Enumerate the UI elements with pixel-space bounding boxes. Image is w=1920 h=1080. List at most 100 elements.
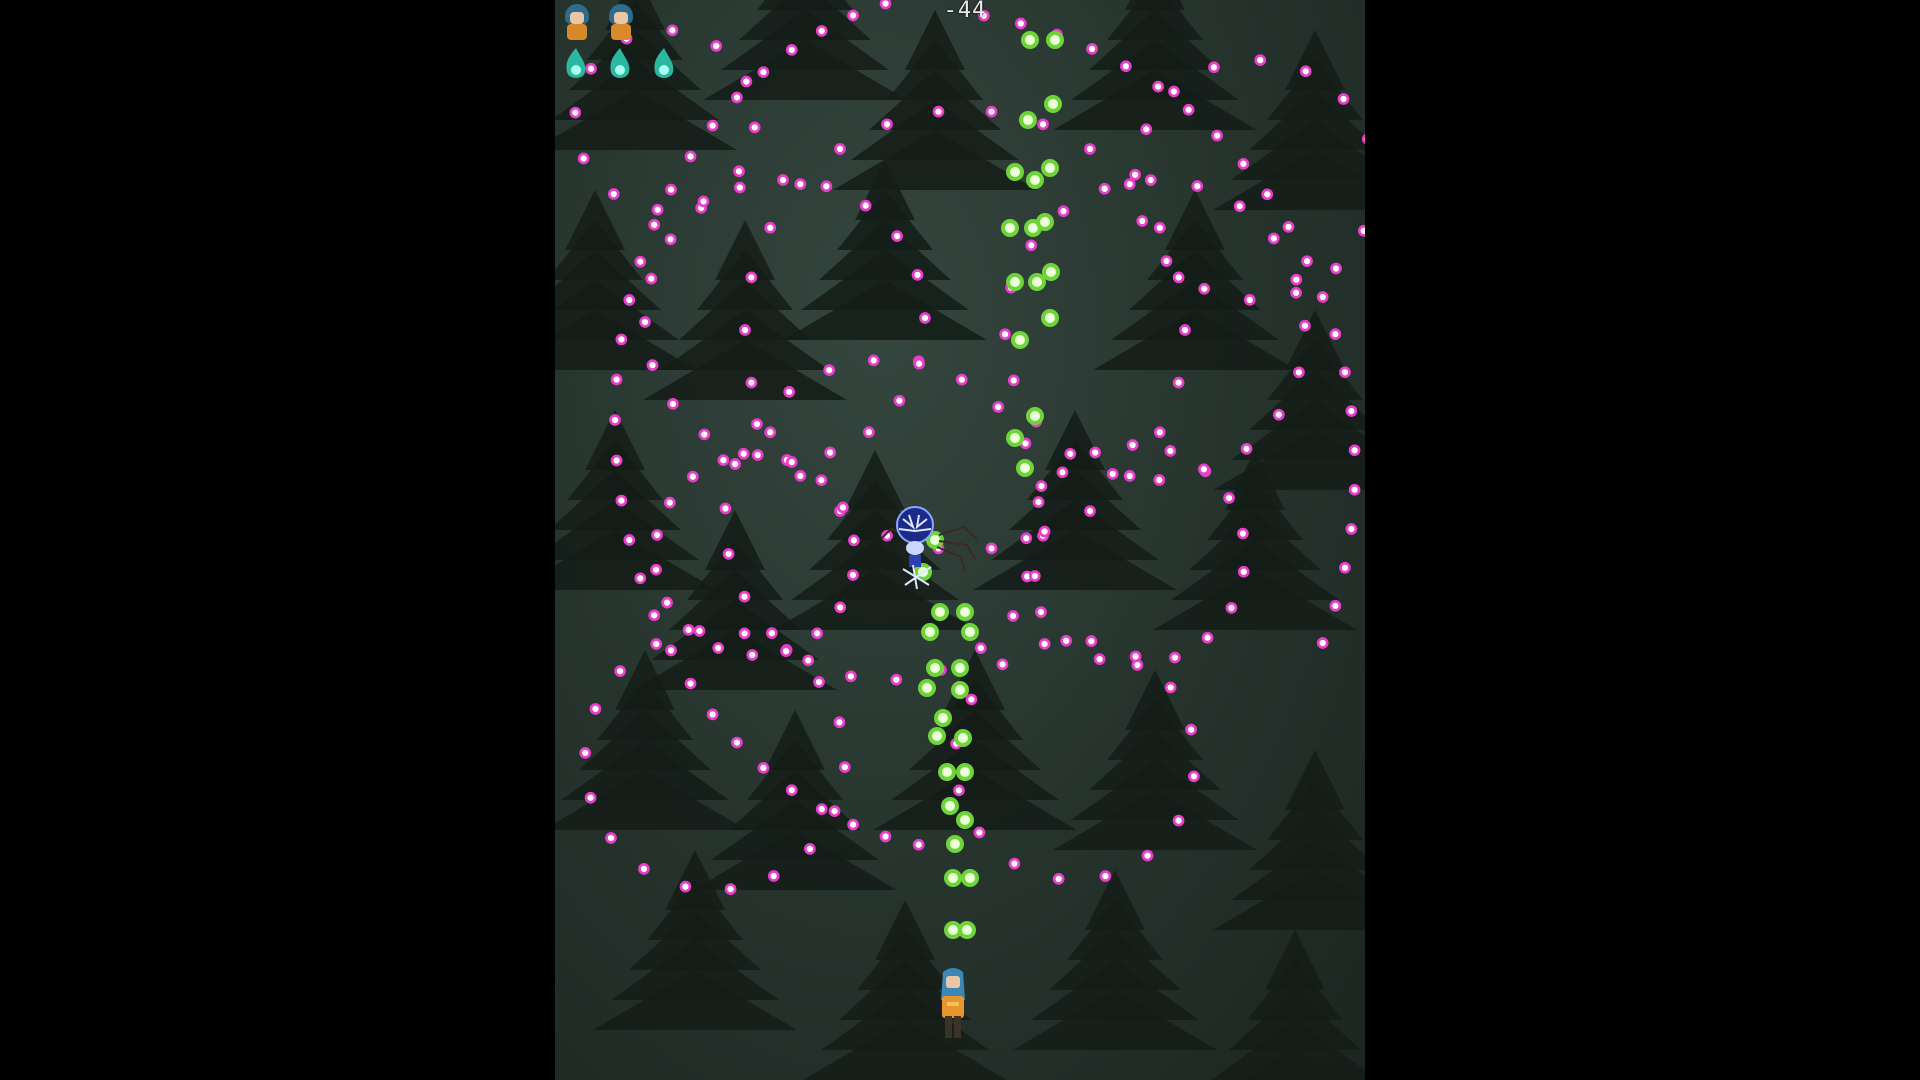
enemy-bullet bbox=[1169, 651, 1181, 664]
stage-timer: -44 bbox=[943, 0, 987, 23]
enemy-bullet bbox=[845, 670, 857, 683]
enemy-bullet bbox=[999, 328, 1011, 341]
player-shot bbox=[951, 659, 969, 677]
player-shot bbox=[931, 603, 949, 621]
enemy-bullet bbox=[813, 676, 825, 688]
enemy-bullet bbox=[738, 590, 751, 603]
enemy-bullet bbox=[614, 665, 626, 677]
enemy-bullet bbox=[1152, 80, 1164, 93]
enemy-bullet bbox=[955, 373, 968, 386]
enemy-bullet bbox=[717, 454, 730, 466]
enemy-bullet bbox=[1223, 492, 1235, 504]
enemy-bullet bbox=[973, 826, 986, 839]
enemy-bullet bbox=[848, 534, 860, 547]
enemy-bullet bbox=[1084, 143, 1096, 155]
bombs-counter bbox=[561, 46, 679, 82]
enemy-bullet bbox=[623, 294, 636, 306]
enemy-bullet bbox=[1057, 205, 1070, 218]
enemy-bullet bbox=[684, 677, 697, 690]
player-shot bbox=[938, 763, 956, 781]
enemy-bullet bbox=[679, 880, 692, 893]
enemy-bullet bbox=[1020, 532, 1033, 545]
enemy-bullet bbox=[1243, 294, 1256, 306]
enemy-bullet bbox=[919, 312, 931, 324]
enemy-bullet bbox=[847, 569, 859, 581]
enemy-bullet bbox=[1316, 291, 1329, 303]
enemy-bullet bbox=[815, 803, 828, 815]
enemy-bullet bbox=[911, 269, 924, 281]
enemy-bullet bbox=[748, 121, 761, 134]
enemy-bullet bbox=[648, 218, 661, 231]
enemy-bullet bbox=[1060, 634, 1072, 647]
player-shot bbox=[928, 727, 946, 745]
enemy-bullet bbox=[610, 454, 623, 467]
enemy-bullet bbox=[693, 625, 706, 637]
enemy-bullet bbox=[863, 426, 875, 438]
enemy-bullet bbox=[767, 870, 780, 882]
enemy-bullet bbox=[1164, 681, 1177, 694]
enemy-bullet bbox=[667, 398, 679, 410]
player-shot bbox=[1041, 309, 1059, 327]
enemy-bullet bbox=[751, 418, 763, 430]
enemy-bullet bbox=[1153, 221, 1166, 234]
enemy-bullet bbox=[1064, 447, 1077, 460]
enemy-bullet bbox=[1299, 65, 1312, 78]
enemy-bullet bbox=[1172, 376, 1185, 389]
enemy-bullet bbox=[764, 221, 777, 234]
enemy-bullet bbox=[1089, 446, 1101, 459]
enemy-bullet bbox=[634, 572, 647, 585]
enemy-bullet bbox=[666, 24, 679, 37]
enemy-bullet bbox=[615, 494, 628, 507]
enemy-bullet bbox=[746, 649, 759, 661]
enemy-bullet bbox=[783, 386, 796, 398]
player-shot bbox=[1006, 273, 1024, 291]
enemy-bullet bbox=[724, 883, 737, 895]
enemy-bullet bbox=[722, 548, 735, 560]
enemy-bullet bbox=[838, 761, 851, 773]
enemy-bullet bbox=[1357, 224, 1365, 237]
enemy-bullet bbox=[859, 199, 872, 212]
player-shot bbox=[1006, 163, 1024, 181]
enemy-bullet bbox=[1008, 857, 1021, 870]
player-shot bbox=[1019, 111, 1037, 129]
enemy-bullet bbox=[1126, 439, 1139, 451]
enemy-bullet bbox=[757, 66, 770, 78]
player-shot bbox=[1046, 31, 1064, 49]
enemy-bullet bbox=[879, 830, 892, 843]
player-shot bbox=[1026, 171, 1044, 189]
enemy-bullet bbox=[682, 623, 695, 636]
enemy-bullet bbox=[780, 645, 792, 657]
enemy-bullet bbox=[1106, 468, 1119, 480]
enemy-bullet bbox=[706, 119, 719, 132]
player-shot bbox=[946, 835, 964, 853]
enemy-bullet bbox=[974, 642, 987, 654]
enemy-bullet bbox=[745, 271, 758, 284]
enemy-bullet bbox=[785, 456, 798, 468]
enemy-bullet bbox=[1290, 273, 1303, 286]
enemy-bullet bbox=[1032, 496, 1045, 508]
player-shot bbox=[944, 869, 962, 887]
enemy-bullet bbox=[1084, 505, 1096, 517]
enemy-bullet bbox=[757, 762, 770, 774]
enemy-bullet bbox=[913, 357, 925, 370]
enemy-bullet bbox=[646, 359, 659, 371]
enemy-bullet bbox=[1225, 602, 1238, 614]
enemy-bullet bbox=[1141, 849, 1154, 862]
enemy-bullet bbox=[1261, 188, 1274, 201]
player-shot bbox=[961, 623, 979, 641]
game-viewport[interactable]: -44 bbox=[555, 0, 1365, 1080]
player-character bbox=[933, 966, 973, 1046]
enemy-bullet bbox=[1052, 873, 1065, 885]
enemy-bullet bbox=[893, 394, 906, 407]
enemy-bullet bbox=[1007, 374, 1020, 387]
enemy-bullet bbox=[684, 150, 697, 163]
blue-spider-boss-icon bbox=[880, 506, 978, 590]
enemy-bullet bbox=[697, 195, 710, 208]
enemy-bullet bbox=[1120, 60, 1132, 73]
enemy-bullet bbox=[577, 152, 590, 165]
enemy-bullet bbox=[569, 106, 582, 119]
enemy-bullet bbox=[1240, 442, 1253, 455]
enemy-bullet bbox=[1129, 650, 1142, 663]
enemy-bullet bbox=[651, 203, 664, 216]
enemy-bullet bbox=[589, 703, 602, 715]
